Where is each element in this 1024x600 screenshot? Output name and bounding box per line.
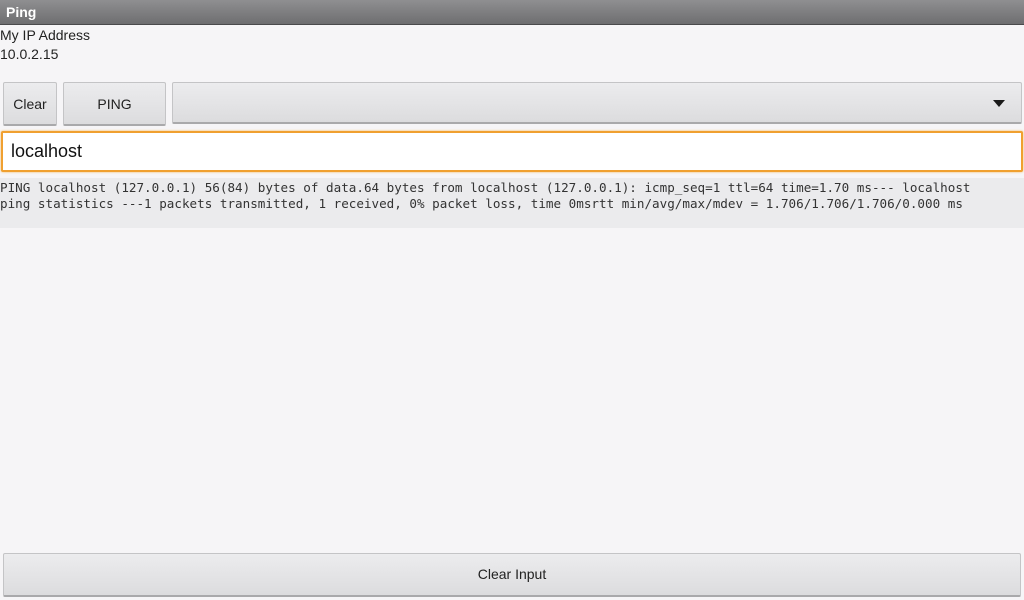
title-bar: Ping: [0, 0, 1024, 25]
ping-button[interactable]: PING: [63, 82, 166, 126]
option-spinner[interactable]: [172, 82, 1022, 124]
ping-screen: Ping My IP Address 10.0.2.15 Clear PING …: [0, 0, 1024, 600]
clear-button[interactable]: Clear: [3, 82, 57, 126]
output-line: PING localhost (127.0.0.1) 56(84) bytes …: [0, 180, 971, 195]
ip-address-label: My IP Address: [0, 27, 91, 43]
clear-input-button[interactable]: Clear Input: [3, 553, 1021, 597]
ping-output: PING localhost (127.0.0.1) 56(84) bytes …: [0, 178, 1024, 228]
dropdown-arrow-icon: [993, 100, 1005, 107]
host-input[interactable]: [1, 131, 1023, 172]
ip-address-value: 10.0.2.15: [0, 46, 59, 62]
app-title: Ping: [6, 4, 37, 20]
output-line: ping statistics ---1 packets transmitted…: [0, 196, 963, 211]
